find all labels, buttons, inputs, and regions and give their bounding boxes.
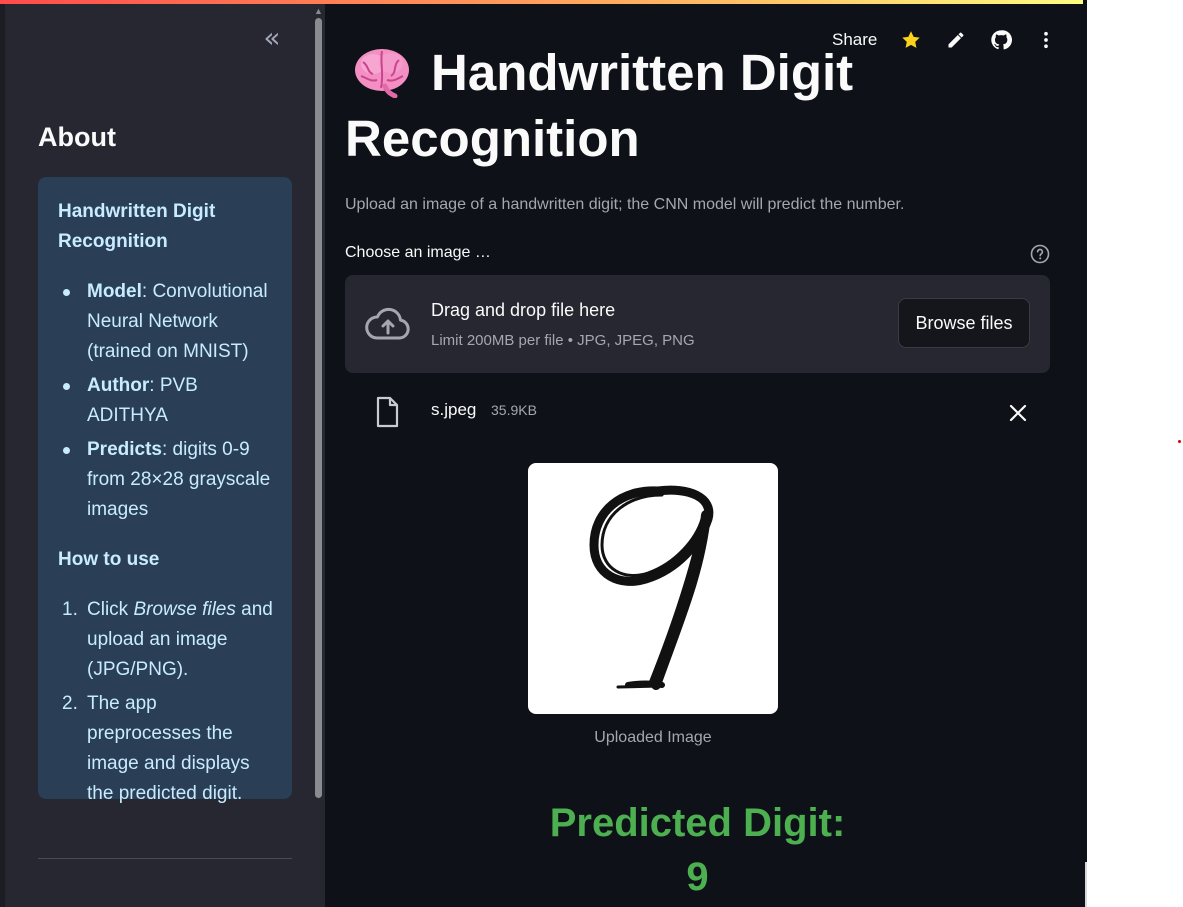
- howto-title: How to use: [58, 549, 160, 570]
- image-caption: Uploaded Image: [594, 729, 712, 746]
- collapse-sidebar-button[interactable]: «: [258, 24, 286, 54]
- close-icon[interactable]: [1007, 402, 1029, 424]
- about-details-list: Model: Convolutional Neural Network (tra…: [58, 277, 274, 525]
- prediction-value: 9: [686, 855, 709, 899]
- sidebar: ▲ « About Handwritten Digit Recognition …: [0, 4, 325, 907]
- about-app-title: Handwritten Digit Recognition: [58, 201, 216, 252]
- detail-label: Author: [87, 375, 150, 396]
- howto-steps-list: 1. Click Browse files and upload an image…: [58, 595, 274, 809]
- sidebar-scrollbar[interactable]: [315, 18, 322, 798]
- scroll-up-arrow-icon[interactable]: ▲: [313, 6, 324, 16]
- step-emphasis: Browse files: [133, 599, 236, 620]
- github-icon[interactable]: [989, 28, 1013, 52]
- sidebar-divider: [38, 858, 292, 859]
- step-number: 1.: [62, 599, 78, 620]
- uploaded-file-row: s.jpeg 35.9KB: [345, 392, 1050, 432]
- uploader-label: Choose an image …: [345, 244, 491, 261]
- detail-label: Predicts: [87, 439, 162, 460]
- prediction-result: Predicted Digit: 9: [345, 796, 1050, 904]
- page-title-text: Handwritten Digit Recognition: [345, 44, 854, 167]
- more-vertical-icon[interactable]: [1034, 28, 1058, 52]
- list-item: 2. The app preprocesses the image and dis…: [58, 689, 274, 809]
- step-text: The app preprocesses the image and displ…: [87, 693, 250, 804]
- step-number: 2.: [62, 693, 78, 714]
- file-name: s.jpeg: [431, 400, 477, 419]
- list-item: Author: PVB ADITHYA: [58, 371, 274, 431]
- detail-label: Model: [87, 281, 142, 302]
- browse-files-button[interactable]: Browse files: [898, 298, 1030, 348]
- sidebar-heading: About: [38, 122, 116, 152]
- step-text: Click: [87, 599, 134, 620]
- stray-dot: [1178, 440, 1181, 443]
- help-icon[interactable]: [1030, 244, 1050, 264]
- prediction-label: Predicted Digit:: [549, 801, 846, 845]
- page-subtitle: Upload an image of a handwritten digit; …: [345, 196, 905, 213]
- sidebar-edge: [0, 4, 5, 907]
- list-item: Model: Convolutional Neural Network (tra…: [58, 277, 274, 367]
- list-item: 1. Click Browse files and upload an image…: [58, 595, 274, 685]
- uploaded-digit-image: [528, 463, 778, 714]
- list-item: Predicts: digits 0-9 from 28×28 grayscal…: [58, 435, 274, 525]
- dropzone-limit-text: Limit 200MB per file • JPG, JPEG, PNG: [431, 332, 695, 349]
- about-info-box: Handwritten Digit Recognition Model: Con…: [38, 177, 292, 804]
- file-size: 35.9KB: [491, 402, 537, 418]
- file-icon: [375, 396, 399, 428]
- dropzone-instructions: Drag and drop file here: [431, 300, 616, 320]
- brain-emoji-icon: [353, 46, 411, 99]
- page-title: Handwritten Digit Recognition: [345, 40, 985, 172]
- window-edge: [1085, 862, 1087, 907]
- streamlit-app: ▲ « About Handwritten Digit Recognition …: [0, 0, 1087, 907]
- file-dropzone[interactable]: Drag and drop file here Limit 200MB per …: [345, 275, 1050, 373]
- cloud-upload-icon: [365, 306, 411, 342]
